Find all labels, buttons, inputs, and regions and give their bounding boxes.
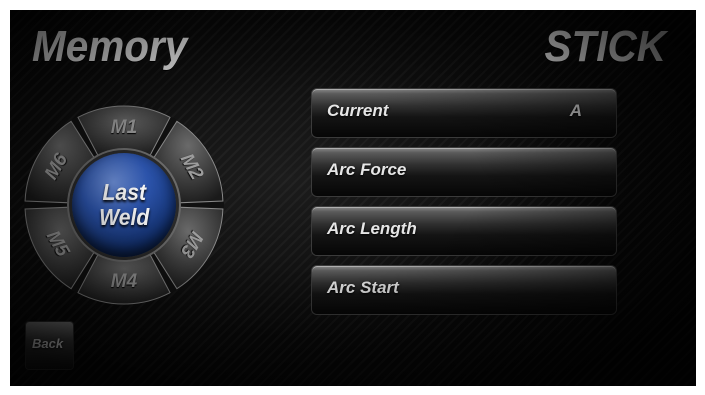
param-unit: A <box>569 101 582 120</box>
last-weld-label: Last Weld <box>98 179 150 230</box>
param-label: Current <box>327 101 389 120</box>
process-mode: STICK <box>544 22 666 71</box>
param-current[interactable]: Current A <box>312 89 616 137</box>
param-arc-force[interactable]: Arc Force <box>312 148 616 196</box>
memory-slot-m4[interactable]: M4 <box>94 267 154 297</box>
back-button[interactable]: Back <box>26 322 73 369</box>
param-label: Arc Length <box>327 219 417 238</box>
memory-dial: M1 M2 M3 M4 M5 M6 Last Weld <box>23 104 225 306</box>
param-label: Arc Force <box>327 160 407 179</box>
param-arc-length[interactable]: Arc Length <box>312 207 616 255</box>
last-weld-button[interactable]: Last Weld <box>72 153 176 257</box>
back-button-label: Back <box>32 336 64 351</box>
param-label: Arc Start <box>327 278 399 297</box>
memory-slot-m1[interactable]: M1 <box>94 113 154 143</box>
param-arc-start[interactable]: Arc Start <box>312 266 616 314</box>
page-title: Memory <box>32 22 188 71</box>
welder-screen: Memory STICK M1 M2 M3 M4 M5 M6 Last Weld… <box>10 10 696 386</box>
